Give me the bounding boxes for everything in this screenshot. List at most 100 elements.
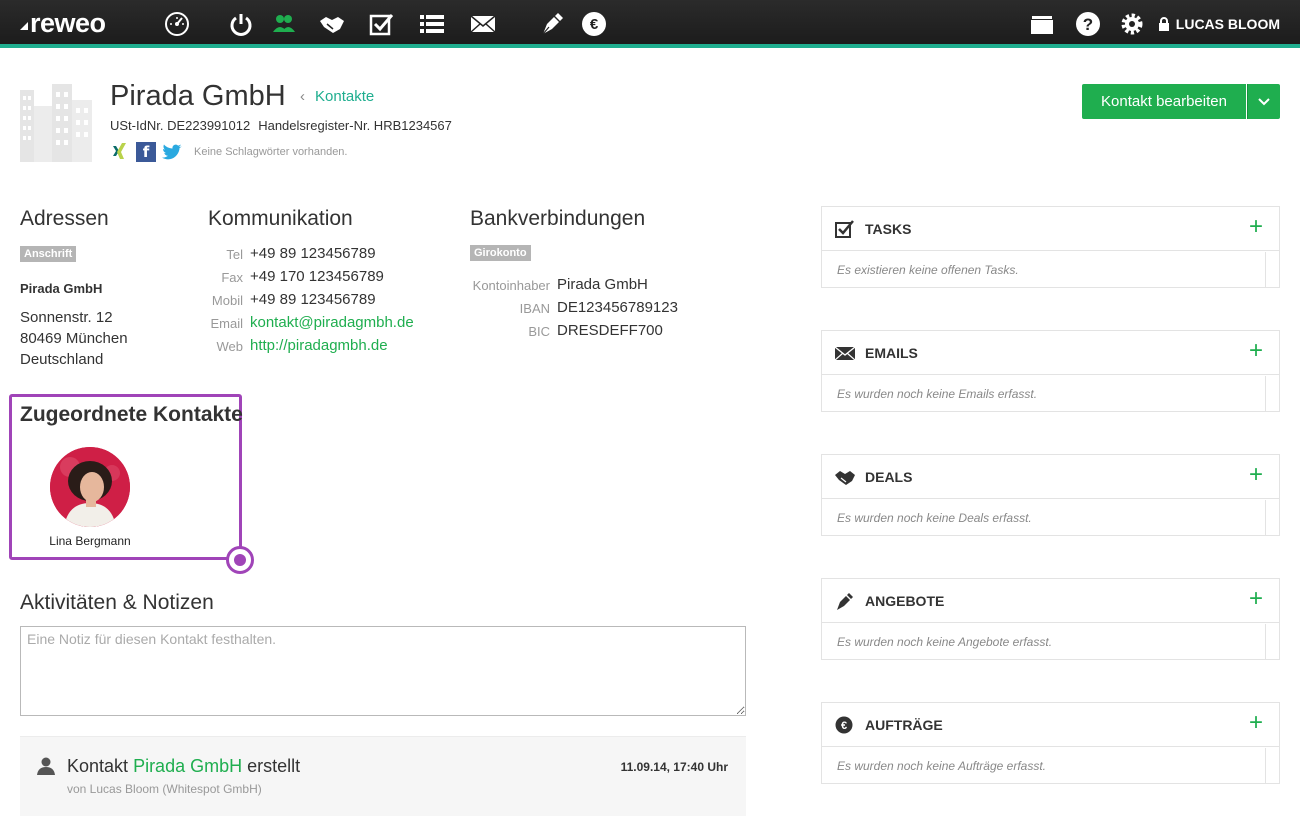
avatar[interactable] <box>50 447 130 527</box>
panel-header: TASKS + <box>822 207 1279 251</box>
assigned-contact-name[interactable]: Lina Bergmann <box>20 534 160 548</box>
panel-empty-text: Es wurden noch keine Deals erfasst. <box>837 511 1032 525</box>
email-link[interactable]: kontakt@piradagmbh.de <box>250 314 414 331</box>
panel-body: Es wurden noch keine Emails erfasst. <box>822 376 1266 411</box>
bic-value: DRESDEFF700 <box>557 322 663 339</box>
bank-account-type-badge: Girokonto <box>470 245 531 261</box>
lock-icon <box>1158 17 1169 31</box>
tel-value: +49 89 123456789 <box>250 245 376 262</box>
panel-empty-text: Es wurden noch keine Angebote erfasst. <box>837 635 1053 649</box>
person-icon <box>37 757 55 775</box>
assigned-contacts-heading: Zugeordnete Kontakte <box>20 403 243 426</box>
panel-header: DEALS + <box>822 455 1279 499</box>
xing-icon[interactable] <box>110 142 130 162</box>
account-holder-value: Pirada GmbH <box>557 276 648 293</box>
panel-empty-text: Es wurden noch keine Emails erfasst. <box>837 387 1038 401</box>
facebook-icon[interactable]: f <box>136 142 156 162</box>
social-links: f Keine Schlagwörter vorhanden. <box>110 142 347 162</box>
contacts-icon[interactable] <box>270 10 298 38</box>
chevron-down-icon <box>1258 97 1270 105</box>
iban-label: IBAN <box>519 301 550 316</box>
panel-title: EMAILS <box>865 345 918 361</box>
edit-contact-button[interactable]: Kontakt bearbeiten <box>1082 84 1246 119</box>
deals-icon <box>835 471 855 485</box>
breadcrumb-kontakte[interactable]: ‹ Kontakte <box>300 88 374 105</box>
highlight-handle[interactable] <box>226 546 254 574</box>
email-label: Email <box>210 316 243 331</box>
top-navigation-bar: reweo € ? LUCAS BLOOM <box>0 0 1300 48</box>
panel-body: Es wurden noch keine Angebote erfasst. <box>822 624 1266 659</box>
euro-icon[interactable]: € <box>580 10 608 38</box>
web-label: Web <box>216 339 244 354</box>
panel-header: ANGEBOTE + <box>822 579 1279 623</box>
user-name: LUCAS BLOOM <box>1175 16 1280 32</box>
activity-contact-link[interactable]: Pirada GmbH <box>133 756 242 776</box>
activity-author: von Lucas Bloom (Whitespot GmbH) <box>67 782 262 796</box>
tel-label: Tel <box>226 247 243 262</box>
panel-empty-text: Es wurden noch keine Aufträge erfasst. <box>837 759 1047 773</box>
svg-text:?: ? <box>1083 15 1093 34</box>
activities-heading: Aktivitäten & Notizen <box>20 591 214 614</box>
reweo-logo[interactable]: reweo <box>20 8 106 39</box>
company-building-icon <box>20 84 92 162</box>
activity-entry: Kontakt Pirada GmbH erstellt von Lucas B… <box>20 736 746 816</box>
tasks-icon[interactable] <box>367 10 395 38</box>
user-menu[interactable]: LUCAS BLOOM <box>1158 16 1280 32</box>
address-city: 80469 München <box>20 330 128 347</box>
logo-text: reweo <box>30 8 106 38</box>
addresses-heading: Adressen <box>20 207 109 230</box>
add-offer-button[interactable]: + <box>1249 587 1263 611</box>
panel-body: Es wurden noch keine Deals erfasst. <box>822 500 1266 535</box>
no-tags-text: Keine Schlagwörter vorhanden. <box>194 146 348 158</box>
add-email-button[interactable]: + <box>1249 339 1263 363</box>
account-holder-label: Kontoinhaber <box>472 278 550 293</box>
twitter-icon[interactable] <box>162 142 182 162</box>
chevron-left-icon: ‹ <box>300 88 305 105</box>
communication-heading: Kommunikation <box>208 207 353 230</box>
svg-text:€: € <box>841 720 847 732</box>
panel-title: TASKS <box>865 221 912 237</box>
website-link[interactable]: http://piradagmbh.de <box>250 337 388 354</box>
mobile-value: +49 89 123456789 <box>250 291 376 308</box>
address-block: Pirada GmbH Sonnenstr. 12 80469 München … <box>20 278 128 370</box>
fax-value: +49 170 123456789 <box>250 268 384 285</box>
euro-icon: € <box>835 716 853 734</box>
address-type-badge: Anschrift <box>20 246 77 262</box>
iban-value: DE123456789123 <box>557 299 678 316</box>
panel-title: ANGEBOTE <box>865 593 945 609</box>
tasks-icon <box>835 220 854 238</box>
fax-label: Fax <box>221 270 243 285</box>
list-icon[interactable] <box>418 10 446 38</box>
activity-prefix: Kontakt <box>67 756 129 776</box>
deals-panel: DEALS + Es wurden noch keine Deals erfas… <box>821 454 1280 536</box>
gear-icon[interactable] <box>1118 10 1146 38</box>
panel-body: Es existieren keine offenen Tasks. <box>822 252 1266 287</box>
panel-header: EMAILS + <box>822 331 1279 375</box>
activity-title: Kontakt Pirada GmbH erstellt <box>67 756 300 777</box>
archive-icon[interactable] <box>1028 10 1056 38</box>
help-icon[interactable]: ? <box>1074 10 1102 38</box>
panel-body: Es wurden noch keine Aufträge erfasst. <box>822 748 1266 783</box>
address-name: Pirada GmbH <box>20 281 103 296</box>
panel-title: DEALS <box>865 469 913 485</box>
deals-icon[interactable] <box>318 10 346 38</box>
emails-panel: EMAILS + Es wurden noch keine Emails erf… <box>821 330 1280 412</box>
add-task-button[interactable]: + <box>1249 215 1263 239</box>
edit-dropdown-button[interactable] <box>1247 84 1280 119</box>
address-street: Sonnenstr. 12 <box>20 309 113 326</box>
add-order-button[interactable]: + <box>1249 711 1263 735</box>
power-icon[interactable] <box>227 10 255 38</box>
panel-empty-text: Es existieren keine offenen Tasks. <box>837 263 1019 277</box>
mail-icon <box>835 346 855 361</box>
dashboard-icon[interactable] <box>163 10 191 38</box>
address-country: Deutschland <box>20 351 104 368</box>
orders-panel: € AUFTRÄGE + Es wurden noch keine Aufträ… <box>821 702 1280 784</box>
panel-title: AUFTRÄGE <box>865 717 943 733</box>
vat-id: USt-IdNr. DE223991012 <box>110 118 251 133</box>
add-deal-button[interactable]: + <box>1249 463 1263 487</box>
mail-icon[interactable] <box>469 10 497 38</box>
pen-icon[interactable] <box>538 10 566 38</box>
mobile-label: Mobil <box>211 293 243 308</box>
note-input[interactable] <box>20 626 746 716</box>
activity-timestamp: 11.09.14, 17:40 Uhr <box>620 760 728 774</box>
